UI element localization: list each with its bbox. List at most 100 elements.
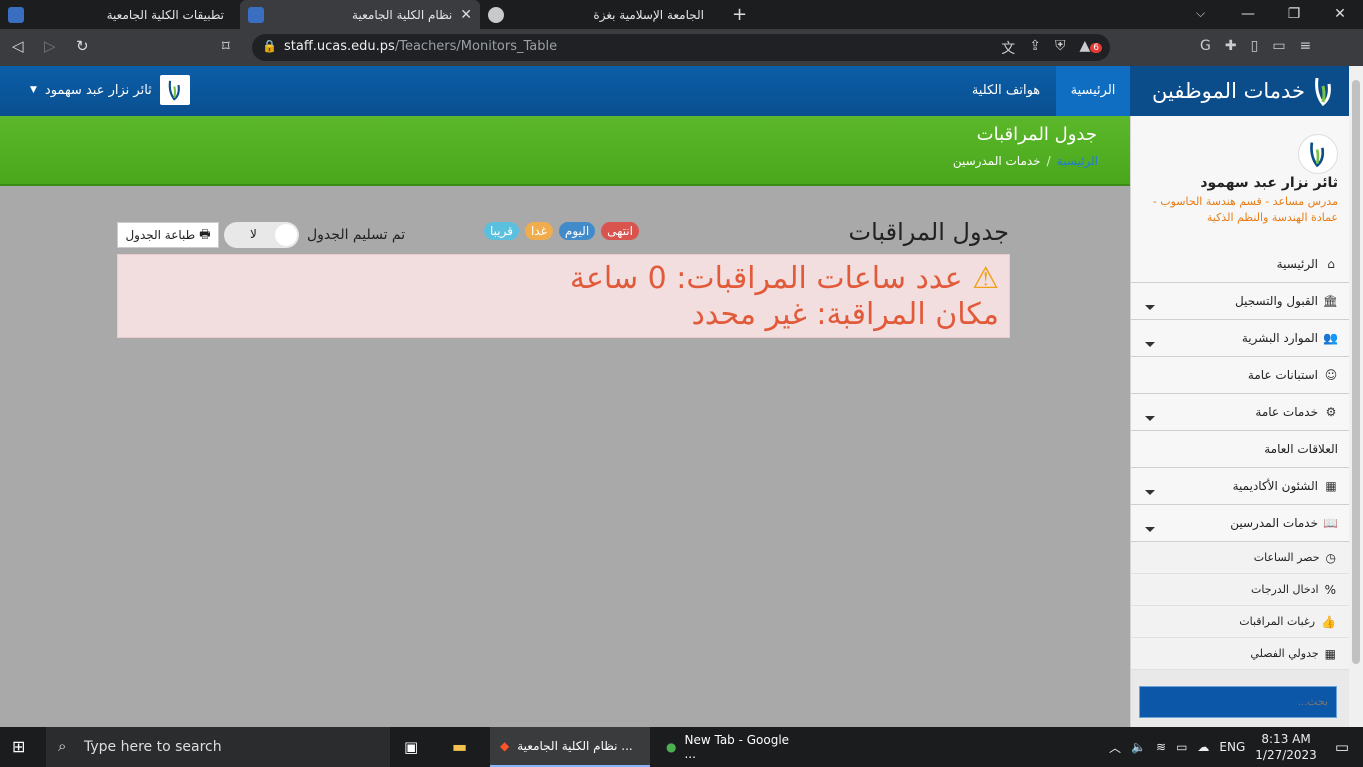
reload-icon[interactable]: ↻ bbox=[76, 37, 89, 55]
address-bar[interactable]: 🔒 staff.ucas.edu.ps/Teachers/Monitors_Ta… bbox=[252, 34, 1110, 61]
alert-location: مكان المراقبة: غير محدد bbox=[691, 297, 999, 332]
printer-icon: 🖶 bbox=[199, 226, 211, 241]
onedrive-icon[interactable]: ☁ bbox=[1197, 740, 1209, 754]
tab-search-icon[interactable]: ⌵ bbox=[1196, 6, 1205, 21]
sidebar-search-input[interactable] bbox=[1139, 686, 1337, 718]
close-tab-icon[interactable]: ✕ bbox=[460, 7, 472, 23]
sidebar-subitem-label: ادخال الدرجات bbox=[1250, 583, 1319, 596]
menu-icon[interactable]: ≡ bbox=[1300, 38, 1312, 54]
status-legend: قريبا غدا اليوم انتهى bbox=[484, 222, 639, 240]
print-table-button[interactable]: 🖶 طباعة الجدول bbox=[117, 222, 219, 248]
college-logo-icon bbox=[1310, 142, 1325, 168]
sidebar-item-label: العلاقات العامة bbox=[1264, 442, 1338, 456]
page-scrollbar[interactable] bbox=[1349, 66, 1363, 727]
profile-role: مدرس مساعد - قسم هندسة الحاسوب - عمادة ا… bbox=[1152, 195, 1338, 224]
browser-tab[interactable]: تطبيقات الكلية الجامعية bbox=[0, 0, 240, 29]
top-navbar: خدمات الموظفين الرئيسية هواتف الكلية ▼ ث… bbox=[0, 66, 1349, 116]
tab-title: الجامعة الإسلامية بغزة bbox=[593, 7, 704, 22]
restore-icon[interactable]: ❐ bbox=[1271, 0, 1317, 29]
tray-overflow-icon[interactable]: ︿ bbox=[1109, 739, 1121, 756]
windows-start-icon[interactable]: ⊞ bbox=[12, 737, 25, 756]
sidebar-item-public-relations[interactable]: العلاقات العامة bbox=[1131, 431, 1349, 468]
system-tray: ︿ 🔈 ≋ ▭ ☁ ENG 8:13 AM 1/27/2023 ▭ bbox=[1109, 727, 1363, 767]
caret-down-icon bbox=[1145, 490, 1155, 495]
sidebar-subitem-label: حصر الساعات bbox=[1253, 551, 1320, 564]
sidebar-item-teacher-services[interactable]: 📖 خدمات المدرسين bbox=[1131, 505, 1349, 542]
college-logo-icon bbox=[168, 80, 180, 101]
share-icon[interactable]: ⇪ bbox=[1029, 38, 1041, 58]
building-icon: ▦ bbox=[1325, 479, 1337, 493]
volume-icon[interactable]: 🔈 bbox=[1131, 740, 1146, 754]
label-soon: قريبا bbox=[484, 222, 519, 240]
clock-icon: ◷ bbox=[1325, 550, 1336, 565]
sidebar-item-hr[interactable]: 👥 الموارد البشرية bbox=[1131, 320, 1349, 357]
wallet-icon[interactable]: ▭ bbox=[1272, 38, 1285, 54]
nav-phones-link[interactable]: هواتف الكلية bbox=[962, 66, 1050, 116]
sidebar-subitem-schedule[interactable]: ▦ جدولي الفصلي bbox=[1131, 638, 1349, 670]
sidebar-subitem-hours[interactable]: ◷ حصر الساعات bbox=[1131, 542, 1349, 574]
sidebar-item-label: القبول والتسجيل bbox=[1235, 294, 1318, 308]
brave-shield-icon[interactable]: ⛨ bbox=[1055, 38, 1066, 58]
caret-down-icon bbox=[1145, 416, 1155, 421]
user-menu[interactable]: ▼ ثائر نزار عبد سهمود bbox=[30, 75, 190, 105]
forward-icon[interactable]: ▷ bbox=[44, 37, 56, 55]
brave-rewards-icon[interactable]: ▲ 6 bbox=[1079, 38, 1102, 58]
language-indicator[interactable]: ENG bbox=[1219, 740, 1245, 754]
sidebar-toggle-icon[interactable]: ▯ bbox=[1251, 38, 1259, 54]
breadcrumb: الرئيسية / خدمات المدرسين bbox=[953, 154, 1098, 168]
close-window-icon[interactable]: ✕ bbox=[1317, 0, 1363, 29]
caret-down-icon bbox=[1145, 342, 1155, 347]
cogs-icon: ⚙ bbox=[1325, 405, 1337, 419]
sidebar-item-label: استبانات عامة bbox=[1247, 368, 1318, 382]
taskbar-app-title: نظام الكلية الجامعية ... bbox=[517, 739, 633, 753]
network-icon[interactable]: ≋ bbox=[1156, 740, 1166, 754]
task-view-icon[interactable]: ▣ bbox=[404, 738, 418, 756]
sidebar-item-label: الرئيسية bbox=[1276, 257, 1318, 271]
delivered-toggle[interactable]: لا bbox=[224, 222, 299, 248]
brand[interactable]: خدمات الموظفين bbox=[1130, 66, 1349, 116]
taskbar-app-title: New Tab - Google ... bbox=[684, 733, 790, 761]
translate-icon[interactable]: 文 bbox=[1001, 38, 1015, 58]
favicon-icon bbox=[8, 6, 24, 23]
translate-extension-icon[interactable]: G bbox=[1200, 38, 1211, 54]
minimize-icon[interactable]: — bbox=[1225, 0, 1271, 29]
breadcrumb-home-link[interactable]: الرئيسية bbox=[1057, 154, 1098, 168]
delivered-toggle-group: لا تم تسليم الجدول bbox=[224, 222, 405, 248]
sidebar-item-general-services[interactable]: ⚙ خدمات عامة bbox=[1131, 394, 1349, 431]
taskbar-search[interactable]: ⌕ Type here to search bbox=[46, 727, 390, 767]
notifications-icon[interactable]: ▭ bbox=[1335, 738, 1349, 756]
taskbar-app-chrome[interactable]: ● New Tab - Google ... bbox=[656, 727, 806, 767]
sidebar-subitem-grades[interactable]: % ادخال الدرجات bbox=[1131, 574, 1349, 606]
nav-home-link[interactable]: الرئيسية bbox=[1056, 66, 1130, 116]
back-icon[interactable]: ◁ bbox=[12, 37, 24, 55]
toggle-label: تم تسليم الجدول bbox=[307, 227, 406, 243]
extensions-icon[interactable]: ✚ bbox=[1225, 38, 1237, 54]
taskbar-app-brave[interactable]: ◆ نظام الكلية الجامعية ... bbox=[490, 727, 650, 767]
smile-icon: ☺ bbox=[1324, 368, 1338, 382]
sidebar-item-home[interactable]: ⌂ الرئيسية bbox=[1131, 246, 1349, 283]
sidebar-item-academic[interactable]: ▦ الشئون الأكاديمية bbox=[1131, 468, 1349, 505]
alert-hours: عدد ساعات المراقبات: 0 ساعة bbox=[569, 261, 963, 296]
sidebar-subitem-monitor-wishes[interactable]: 👍 رغبات المراقبات bbox=[1131, 606, 1349, 638]
sidebar-item-surveys[interactable]: ☺ استبانات عامة bbox=[1131, 357, 1349, 394]
browser-tab-active[interactable]: ✕ نظام الكلية الجامعية bbox=[240, 0, 480, 29]
lock-icon[interactable]: 🔒 bbox=[262, 39, 277, 53]
caret-down-icon: ▼ bbox=[30, 85, 37, 95]
search-icon: ⌕ bbox=[58, 737, 67, 755]
caret-down-icon bbox=[1145, 305, 1155, 310]
chrome-browser-icon: ● bbox=[666, 740, 677, 754]
sidebar-item-admission[interactable]: 🏛 القبول والتسجيل bbox=[1131, 283, 1349, 320]
sidebar: ثائر نزار عبد سهمود مدرس مساعد - قسم هند… bbox=[1130, 116, 1349, 727]
bookmark-icon[interactable]: ⌑ bbox=[222, 37, 230, 55]
new-tab-icon[interactable]: + bbox=[732, 4, 747, 25]
browser-tab[interactable]: الجامعة الإسلامية بغزة bbox=[480, 0, 720, 29]
battery-icon[interactable]: ▭ bbox=[1176, 740, 1187, 754]
file-explorer-icon[interactable]: ▬ bbox=[452, 737, 467, 756]
caret-down-icon bbox=[1145, 527, 1155, 532]
favicon-icon bbox=[248, 6, 264, 23]
thumbs-up-icon: 👍 bbox=[1321, 614, 1336, 629]
scrollbar-thumb[interactable] bbox=[1352, 80, 1360, 664]
profile-avatar bbox=[1298, 134, 1338, 174]
clock[interactable]: 8:13 AM 1/27/2023 bbox=[1255, 731, 1317, 763]
sidebar-item-label: خدمات عامة bbox=[1255, 405, 1318, 419]
